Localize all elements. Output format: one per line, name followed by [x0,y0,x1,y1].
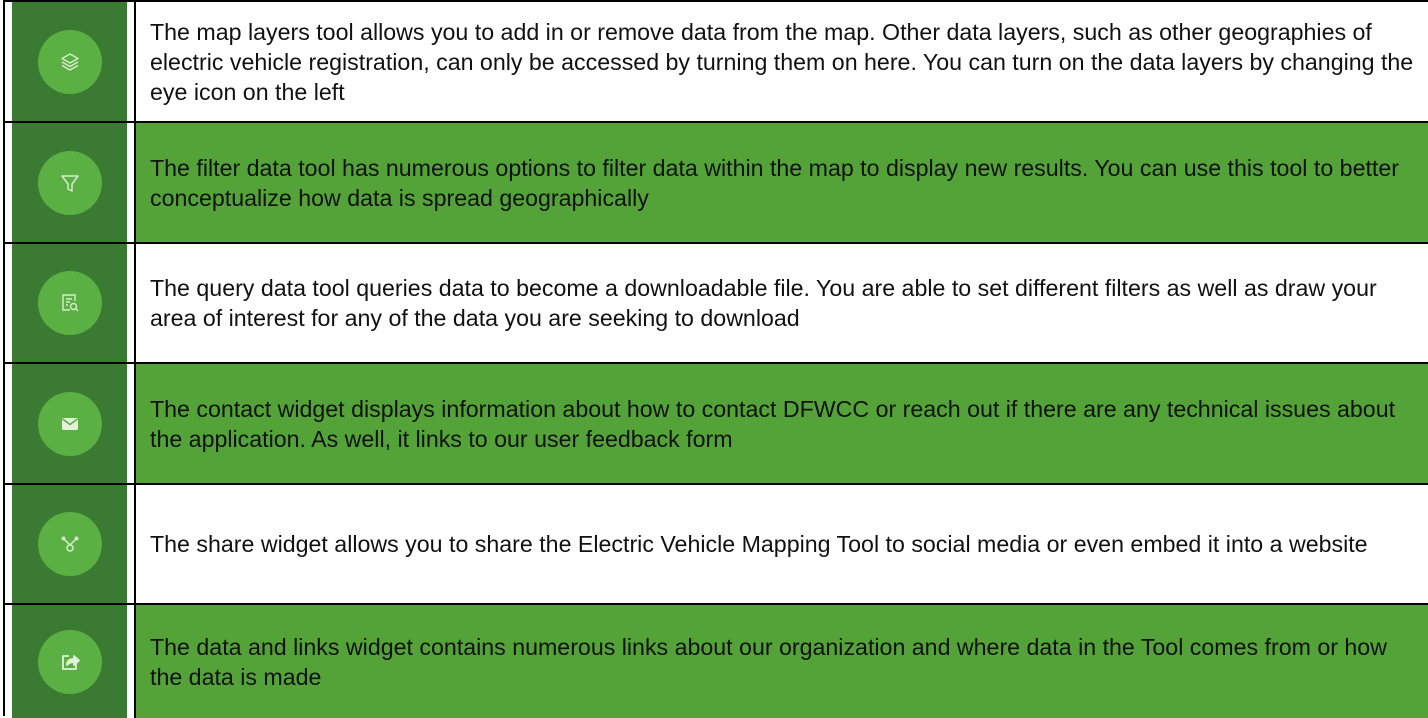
description-cell: The query data tool queries data to beco… [136,244,1428,362]
icon-cell [5,364,136,483]
icon-circle [37,391,102,456]
icon-tile [12,123,127,242]
widget-guide-table: The map layers tool allows you to add in… [3,0,1428,718]
icon-tile [12,244,127,362]
description-cell: The contact widget displays information … [136,364,1428,483]
description-cell: The share widget allows you to share the… [136,485,1428,603]
table-row: The data and links widget contains numer… [5,605,1428,718]
icon-circle [37,629,102,694]
description-text: The share widget allows you to share the… [150,531,1368,557]
description-text: The contact widget displays information … [150,395,1396,452]
icon-cell [5,244,136,362]
icon-circle [37,150,102,215]
description-cell: The map layers tool allows you to add in… [136,2,1428,121]
share-icon [61,536,78,552]
icon-circle [37,271,102,335]
description-cell: The data and links widget contains numer… [136,605,1428,718]
layers-icon [60,52,79,71]
icon-circle [37,512,102,576]
query-icon [61,294,78,312]
icon-circle [37,29,102,94]
table-row: The query data tool queries data to beco… [5,244,1428,364]
icon-tile [12,605,127,718]
mail-icon [61,417,78,430]
table-row: The filter data tool has numerous option… [5,123,1428,244]
filter-icon [60,174,79,192]
table-row: The contact widget displays information … [5,364,1428,485]
icon-tile [12,2,127,121]
icon-tile [12,485,127,603]
table-row: The map layers tool allows you to add in… [5,2,1428,123]
description-text: The map layers tool allows you to add in… [150,18,1414,105]
icon-cell [5,123,136,242]
icon-tile [12,364,127,483]
icon-cell [5,485,136,603]
description-text: The data and links widget contains numer… [150,633,1387,690]
icon-cell [5,2,136,121]
links-icon [61,654,80,670]
description-text: The query data tool queries data to beco… [150,275,1377,331]
table-row: The share widget allows you to share the… [5,485,1428,605]
icon-cell [5,605,136,718]
description-text: The filter data tool has numerous option… [150,154,1399,211]
description-cell: The filter data tool has numerous option… [136,123,1428,242]
